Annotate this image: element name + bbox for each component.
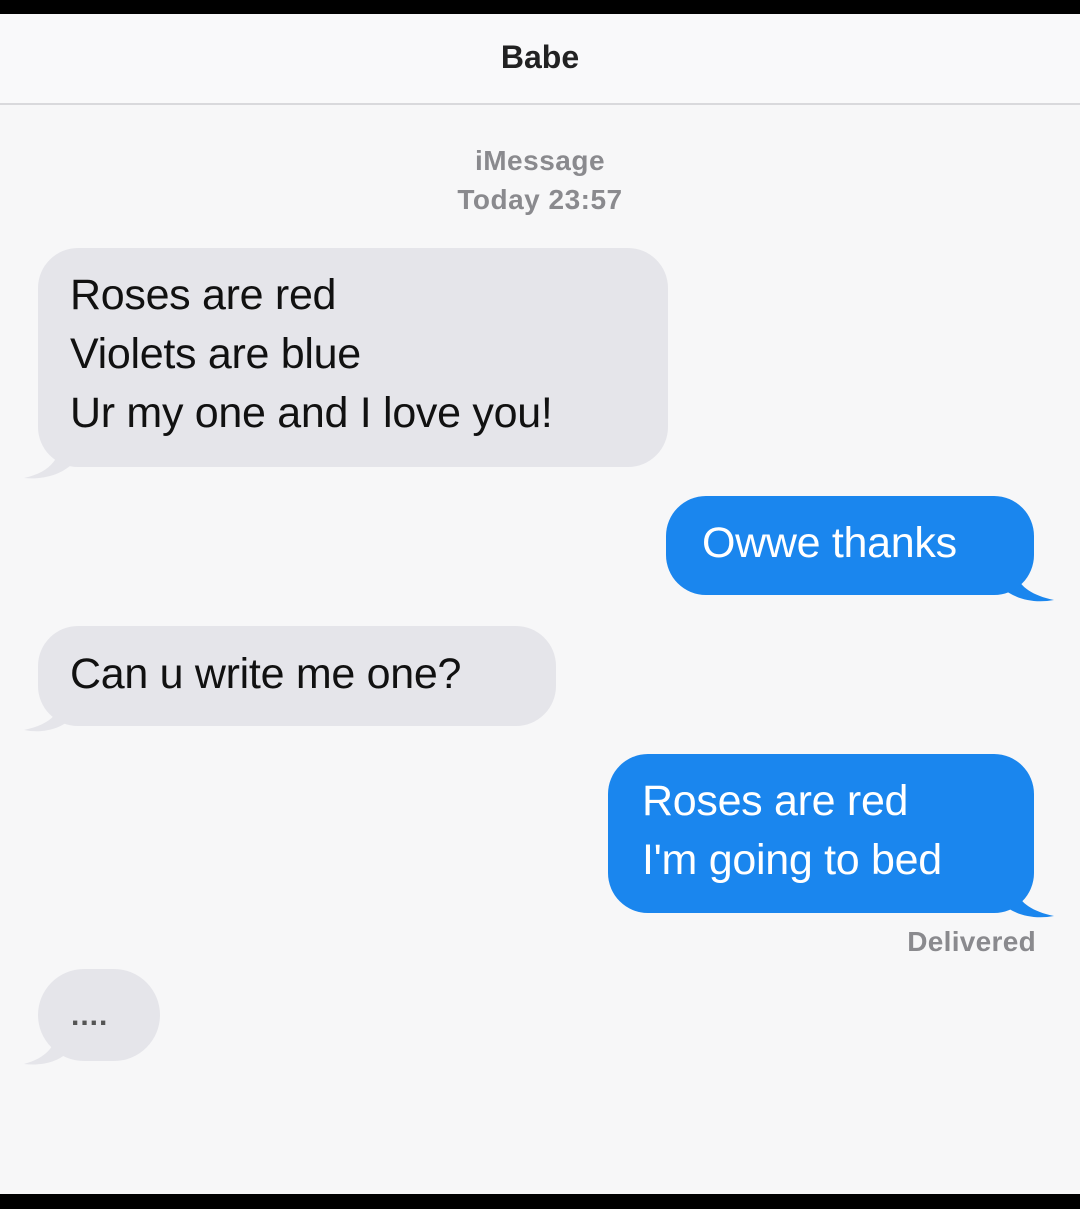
message-line: Roses are red xyxy=(70,271,337,319)
service-label: iMessage xyxy=(474,145,606,176)
typing-dots: .... xyxy=(71,999,109,1032)
message-line: Violets are blue xyxy=(70,330,361,378)
message-line: Ur my one and I love you! xyxy=(70,389,553,437)
message-line: I'm going to bed xyxy=(642,836,942,884)
conversation-header: Babe xyxy=(0,14,1080,105)
contact-name[interactable]: Babe xyxy=(501,39,579,76)
typing-indicator: .... xyxy=(38,969,160,1061)
message-line: Roses are red xyxy=(642,777,909,825)
message-line: Owwe thanks xyxy=(702,519,957,567)
message-bubble-outgoing[interactable]: Owwe thanks xyxy=(666,496,1034,595)
message-line: Can u write me one? xyxy=(70,650,462,698)
message-bubble-incoming[interactable]: Roses are red Violets are blue Ur my one… xyxy=(38,248,668,467)
thread-timestamp: Today 23:57 xyxy=(457,184,623,215)
delivery-status: Delivered xyxy=(907,926,1036,957)
message-bubble-incoming[interactable]: Can u write me one? xyxy=(38,626,556,726)
message-bubble-outgoing[interactable]: Roses are red I'm going to bed xyxy=(608,754,1034,913)
messages-screen: Babe iMessage Today 23:57 Roses are red … xyxy=(0,14,1080,1194)
